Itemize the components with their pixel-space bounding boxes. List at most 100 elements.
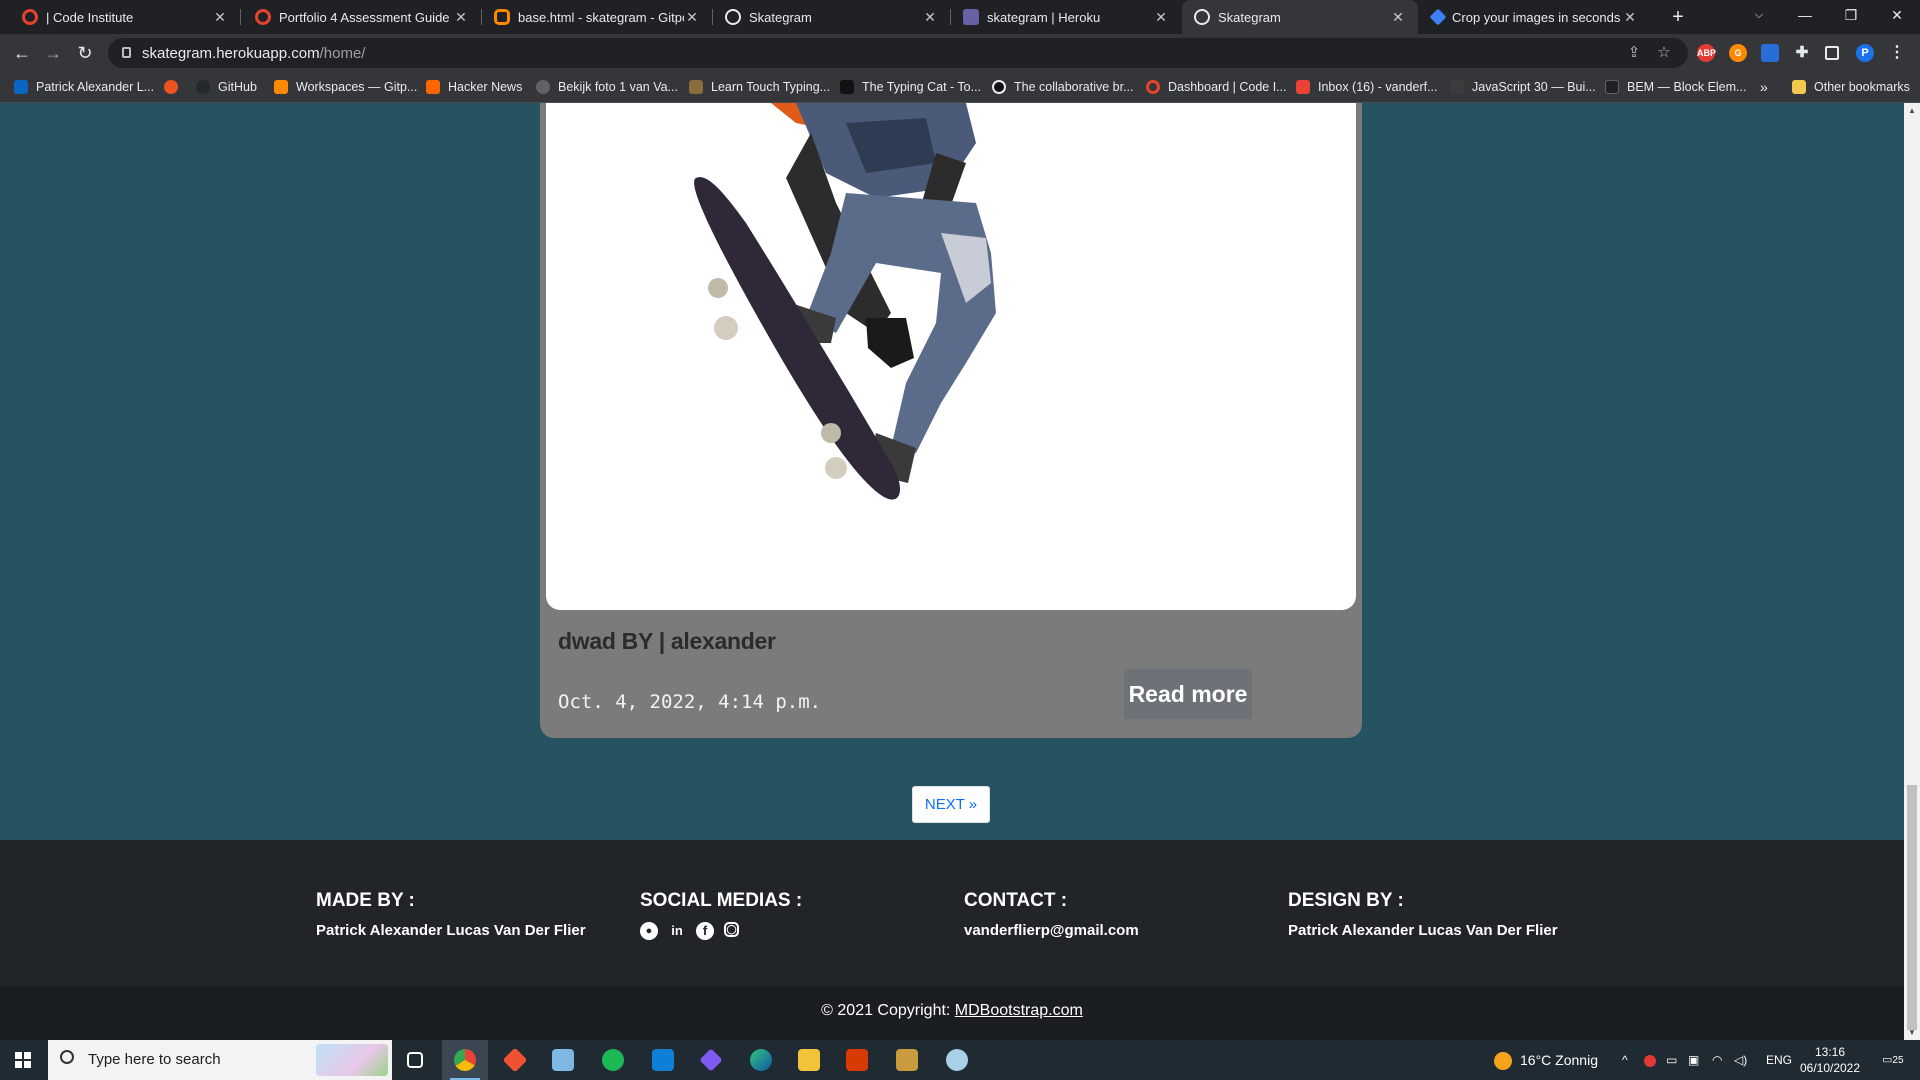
tab-search-icon[interactable]: ⌵ <box>1736 0 1782 34</box>
spotify-taskbar-icon[interactable] <box>590 1040 636 1080</box>
post-image[interactable] <box>546 103 1356 610</box>
footer-design-by: DESIGN BY : Patrick Alexander Lucas Van … <box>1288 890 1558 939</box>
office-taskbar-icon[interactable] <box>834 1040 880 1080</box>
bookmark-workspaces[interactable]: Workspaces — Gitp... <box>274 78 417 96</box>
app-taskbar-icon[interactable] <box>934 1040 980 1080</box>
address-bar[interactable]: skategram.herokuapp.com/home/ ⇪ ☆ <box>108 38 1688 68</box>
bookmark-javascript30[interactable]: JavaScript 30 — Bui... <box>1450 78 1596 96</box>
bookmarks-overflow-button[interactable]: » <box>1760 78 1768 96</box>
other-bookmarks[interactable]: Other bookmarks <box>1792 78 1910 96</box>
reload-button[interactable]: ↻ <box>71 39 99 67</box>
notepad-taskbar-icon[interactable] <box>540 1040 586 1080</box>
bookmark-collaborative[interactable]: The collaborative br... <box>992 78 1134 96</box>
github-icon[interactable]: ● <box>640 922 658 940</box>
chrome-taskbar-icon[interactable] <box>442 1040 488 1080</box>
visual-studio-taskbar-icon[interactable] <box>688 1040 734 1080</box>
typing-icon <box>689 80 703 94</box>
gitpod-extension-icon[interactable]: G <box>1729 44 1747 62</box>
back-button[interactable]: ← <box>8 39 36 67</box>
bookmark-inbox[interactable]: Inbox (16) - vanderf... <box>1296 78 1438 96</box>
minimize-button[interactable]: — <box>1782 0 1828 34</box>
tab-code-institute[interactable]: | Code Institute ✕ <box>0 0 240 34</box>
post-date: Oct. 4, 2022, 4:14 p.m. <box>558 691 822 713</box>
share-icon[interactable]: ⇪ <box>1624 43 1644 63</box>
read-more-button[interactable]: Read more <box>1124 669 1252 719</box>
close-icon[interactable]: ✕ <box>922 9 938 26</box>
tray-display-icon[interactable]: ▣ <box>1688 1040 1699 1080</box>
bookmark-typing-cat[interactable]: The Typing Cat - To... <box>840 78 981 96</box>
league-taskbar-icon[interactable] <box>884 1040 930 1080</box>
scroll-up-arrow[interactable]: ▲ <box>1907 106 1917 116</box>
page-viewport: dwad BY | alexander Oct. 4, 2022, 4:14 p… <box>0 103 1904 1040</box>
git-taskbar-icon[interactable] <box>492 1040 538 1080</box>
globe-icon <box>536 80 550 94</box>
forward-button[interactable]: → <box>39 39 67 67</box>
close-icon[interactable]: ✕ <box>684 9 700 26</box>
mdbootstrap-link[interactable]: MDBootstrap.com <box>955 1002 1083 1019</box>
tab-skategram[interactable]: Skategram ✕ <box>713 0 950 34</box>
puzzle-icon[interactable]: ✚ <box>1793 44 1811 62</box>
bookmark-github[interactable]: GitHub <box>196 78 257 96</box>
bookmark-linkedin[interactable]: Patrick Alexander L... <box>14 78 154 96</box>
bookmark-foto[interactable]: Bekijk foto 1 van Va... <box>536 78 678 96</box>
bookmark-ubuntu[interactable] <box>164 78 186 96</box>
contact-heading: CONTACT : <box>964 890 1068 911</box>
tab-gitpod[interactable]: base.html - skategram - Gitpod ✕ <box>482 0 712 34</box>
side-panel-icon[interactable] <box>1825 46 1839 60</box>
vscode-taskbar-icon[interactable] <box>640 1040 686 1080</box>
scrollbar-thumb[interactable] <box>1907 785 1917 1030</box>
contact-email[interactable]: vanderflierp@gmail.com <box>964 922 1139 939</box>
lock-icon[interactable] <box>122 47 131 58</box>
tab-skategram-active[interactable]: Skategram ✕ <box>1182 0 1418 34</box>
social-links: ● in f ◯ <box>640 922 802 940</box>
task-view-button[interactable] <box>392 1040 438 1080</box>
close-icon[interactable]: ✕ <box>453 9 469 26</box>
tab-crop-images[interactable]: Crop your images in seconds fo ✕ <box>1420 0 1650 34</box>
tab-heroku[interactable]: skategram | Heroku ✕ <box>951 0 1181 34</box>
tray-drive-icon[interactable]: ▭ <box>1666 1040 1677 1080</box>
notification-center[interactable]: ▭25 <box>1882 1040 1904 1080</box>
adblock-icon[interactable]: ABP <box>1697 44 1716 62</box>
linkedin-icon[interactable]: in <box>668 922 686 940</box>
language-indicator[interactable]: ENG <box>1766 1040 1792 1080</box>
tab-portfolio-guide[interactable]: Portfolio 4 Assessment Guide | P ✕ <box>241 0 481 34</box>
close-icon[interactable]: ✕ <box>212 9 228 26</box>
facebook-icon[interactable]: f <box>696 922 714 940</box>
bookmark-hacker-news[interactable]: Hacker News <box>426 78 522 96</box>
clock-date: 06/10/2022 <box>1799 1061 1861 1075</box>
extension-icon[interactable] <box>1761 44 1779 62</box>
weather-widget[interactable]: 16°C Zonnig <box>1494 1040 1598 1080</box>
bookmark-dashboard[interactable]: Dashboard | Code I... <box>1146 78 1287 96</box>
design-by-heading: DESIGN BY : <box>1288 890 1404 911</box>
bookmark-star-icon[interactable]: ☆ <box>1654 43 1674 63</box>
next-page-button[interactable]: NEXT » <box>912 786 990 823</box>
taskbar-search[interactable]: Type here to search <box>48 1040 392 1080</box>
ubuntu-icon <box>164 80 178 94</box>
volume-icon[interactable]: ◁) <box>1734 1040 1747 1080</box>
close-icon[interactable]: ✕ <box>1622 9 1638 26</box>
new-tab-button[interactable]: + <box>1665 4 1691 30</box>
menu-icon[interactable]: ⋮ <box>1888 44 1906 62</box>
instagram-icon[interactable]: ◯ <box>724 922 739 937</box>
taskbar-clock[interactable]: 13:16 06/10/2022 <box>1790 1044 1870 1076</box>
close-icon[interactable]: ✕ <box>1153 9 1169 26</box>
bookmark-touch-typing[interactable]: Learn Touch Typing... <box>689 78 830 96</box>
close-window-button[interactable]: ✕ <box>1874 0 1920 34</box>
wifi-icon[interactable]: ◠ <box>1712 1040 1722 1080</box>
profile-avatar[interactable]: P <box>1856 44 1874 62</box>
tray-overflow-icon[interactable]: ^ <box>1622 1040 1628 1080</box>
restore-button[interactable]: ❐ <box>1828 0 1874 34</box>
copyright-bar: © 2021 Copyright: MDBootstrap.com <box>0 986 1904 1040</box>
close-icon[interactable]: ✕ <box>1390 9 1406 26</box>
file-explorer-taskbar-icon[interactable] <box>786 1040 832 1080</box>
bookmark-bem[interactable]: BEM — Block Elem... <box>1605 78 1746 96</box>
scroll-down-arrow[interactable]: ▼ <box>1907 1028 1917 1038</box>
edge-taskbar-icon[interactable] <box>738 1040 784 1080</box>
made-by-heading: MADE BY : <box>316 890 415 911</box>
windows-icon <box>15 1052 31 1068</box>
sun-icon <box>1494 1052 1512 1071</box>
search-highlight-image <box>316 1044 388 1076</box>
footer-made-by: MADE BY : Patrick Alexander Lucas Van De… <box>316 890 586 939</box>
start-button[interactable] <box>0 1040 48 1080</box>
tray-record-icon[interactable] <box>1644 1040 1656 1080</box>
